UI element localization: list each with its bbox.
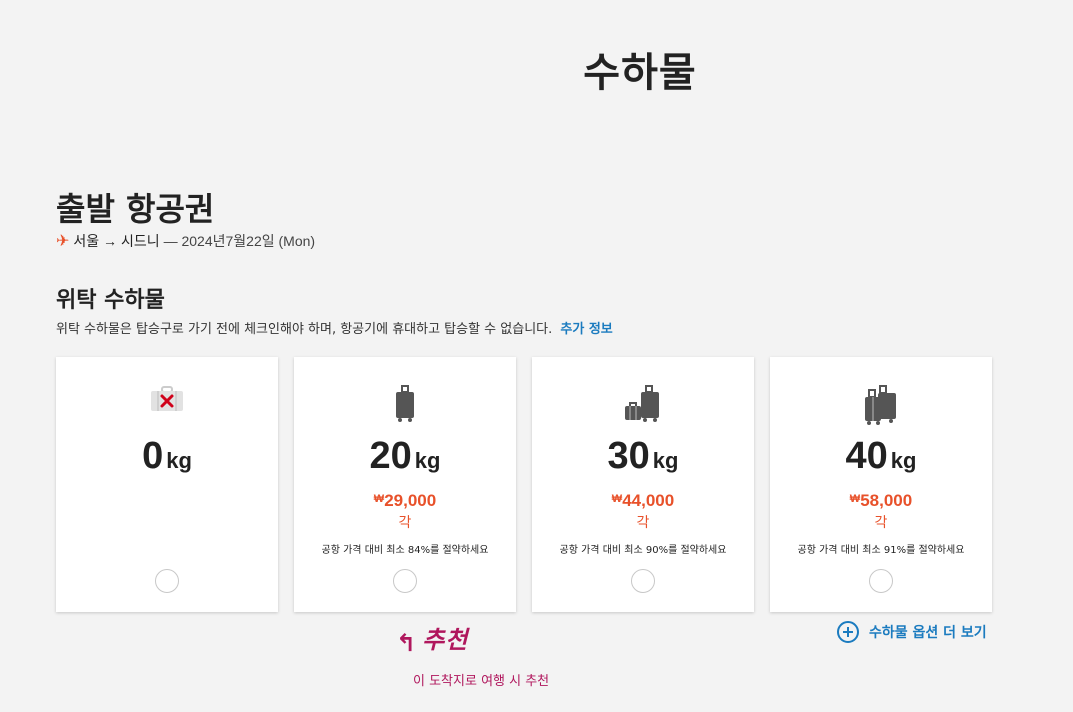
per-item-label: 각 [636,515,650,531]
weight-value: 20 [369,435,412,477]
baggage-option-0kg[interactable]: 0 kg [56,357,278,612]
recommend-note: 이 도착지로 여행 시 추천 [413,674,550,689]
price-value: 44,000 [622,491,675,510]
price: ₩44,000 [532,491,754,511]
weight-unit: kg [652,448,679,473]
savings-text: 공항 가격 대비 최소 84%를 절약하세요 [321,545,489,556]
price: ₩58,000 [770,491,992,511]
baggage-option-20kg[interactable]: 20 kg ₩29,000 각 공항 가격 대비 최소 84%를 절약하세요 [294,357,516,612]
price: ₩29,000 [294,491,516,511]
savings-text: 공항 가격 대비 최소 91%를 절약하세요 [797,545,965,556]
checked-baggage-description: 위탁 수하물은 탑승구로 가기 전에 체크인해야 하며, 항공기에 휴대하고 탑… [56,318,613,337]
flight-title: 출발 항공권 [56,190,215,228]
currency-symbol: ₩ [611,493,623,505]
select-radio-20kg[interactable] [393,569,417,593]
weight-unit: kg [890,448,917,473]
baggage-options: 0 kg 20 kg ₩29,000 각 공항 가격 대비 최소 84%를 절약하세… [56,357,992,612]
baggage-option-30kg[interactable]: 30 kg ₩44,000 각 공항 가격 대비 최소 90%를 절약하세요 [532,357,754,612]
checked-baggage-title: 위탁 수하물 [56,288,165,313]
price-value: 29,000 [384,491,437,510]
recommend-annotation: ↰ 추천 [396,620,468,655]
weight-unit: kg [414,448,441,473]
weight-value: 40 [845,435,888,477]
page-title: 수하물 [583,50,697,96]
more-baggage-options-button[interactable]: 수하물 옵션 더 보기 [837,621,987,643]
flight-date: — 2024년7월22일 (Mon) [163,233,316,249]
two-suitcases-icon [624,385,662,427]
price-value: 58,000 [860,491,913,510]
weight-label: 20 kg [294,435,516,478]
select-radio-40kg[interactable] [869,569,893,593]
currency-symbol: ₩ [849,493,861,505]
route-line: ✈ 서울 → 시드니 — 2024년7월22일 (Mon) [56,231,315,251]
recommend-label: 추천 [422,625,469,654]
plus-circle-icon [837,621,859,643]
per-item-label: 각 [874,515,888,531]
currency-symbol: ₩ [373,493,385,505]
weight-value: 30 [607,435,650,477]
route-cities: 서울 → 시드니 [73,233,160,249]
select-radio-30kg[interactable] [631,569,655,593]
savings-text: 공항 가격 대비 최소 90%를 절약하세요 [559,545,727,556]
no-baggage-icon [150,385,184,417]
more-options-label: 수하물 옵션 더 보기 [869,625,987,641]
weight-label: 40 kg [770,435,992,478]
more-info-link[interactable]: 추가 정보 [560,322,612,337]
baggage-option-40kg[interactable]: 40 kg ₩58,000 각 공항 가격 대비 최소 91%를 절약하세요 [770,357,992,612]
select-radio-0kg[interactable] [155,569,179,593]
airplane-icon: ✈ [56,233,70,250]
description-text: 위탁 수하물은 탑승구로 가기 전에 체크인해야 하며, 항공기에 휴대하고 탑… [56,322,553,337]
per-item-label: 각 [398,515,412,531]
weight-value: 0 [142,435,164,477]
curved-arrow-icon: ↰ [396,629,417,657]
suitcase-icon [394,385,416,427]
weight-label: 30 kg [532,435,754,478]
weight-unit: kg [166,448,192,473]
weight-label: 0 kg [56,435,278,478]
large-suitcases-icon [864,385,898,429]
